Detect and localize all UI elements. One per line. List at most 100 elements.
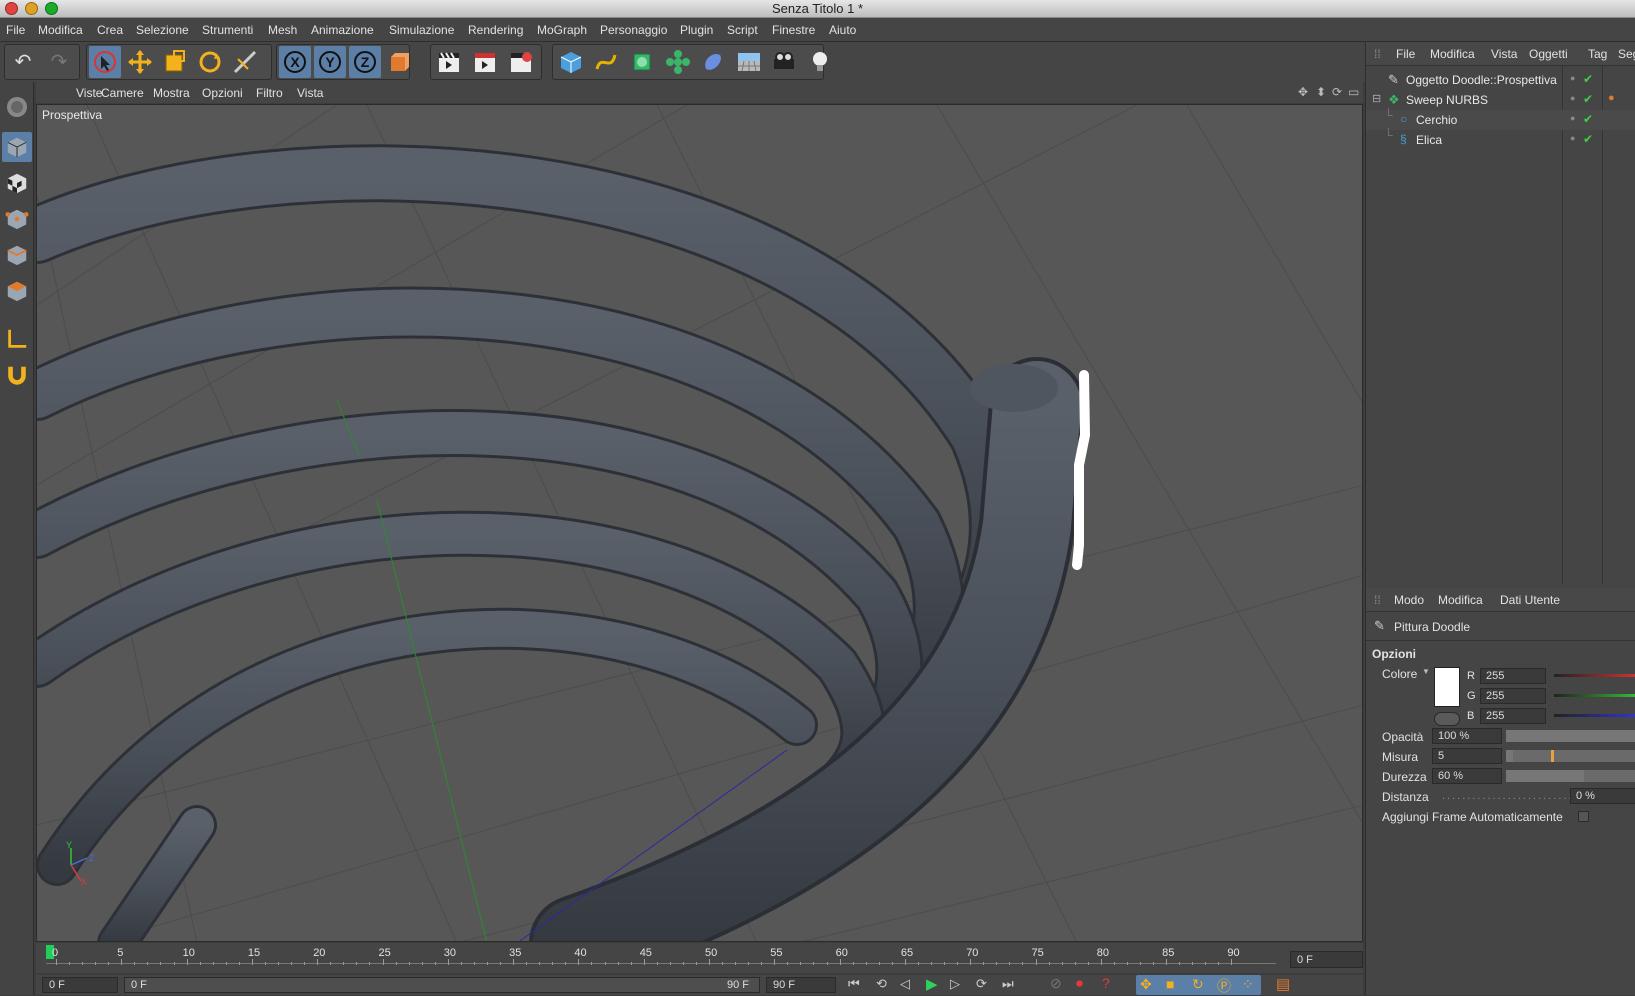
live-selection-button[interactable]: [89, 46, 121, 78]
object-row-doodle[interactable]: ✎ Oggetto Doodle::Prospettiva ● ✔: [1366, 70, 1635, 90]
enabled-check-icon[interactable]: ✔: [1583, 92, 1593, 106]
step-back-icon[interactable]: ◁: [900, 976, 910, 992]
viewport-menu-filtro[interactable]: Filtro: [256, 86, 283, 100]
enabled-check-icon[interactable]: ✔: [1583, 132, 1593, 146]
menu-personaggio[interactable]: Personaggio: [600, 23, 667, 37]
z-axis-lock-button[interactable]: Z: [349, 46, 381, 78]
viewport-menu-vista[interactable]: Vista: [297, 86, 323, 100]
go-to-end-icon[interactable]: ⏭: [1002, 976, 1014, 992]
color-swatch[interactable]: [1434, 667, 1460, 707]
hardness-slider[interactable]: [1506, 770, 1635, 782]
key-pla-icon[interactable]: ⁘: [1242, 976, 1254, 993]
visibility-dots-icon[interactable]: ●: [1570, 73, 1575, 83]
polygons-mode-button[interactable]: [2, 276, 32, 306]
menu-finestre[interactable]: Finestre: [772, 23, 815, 37]
deformer-button[interactable]: [697, 46, 729, 78]
step-forward-icon[interactable]: ▷: [950, 976, 960, 992]
opacity-slider[interactable]: [1506, 730, 1635, 742]
cube-object-button[interactable]: [555, 46, 587, 78]
om-menu-file[interactable]: File: [1396, 47, 1415, 61]
object-row-cerchio[interactable]: └ ○ Cerchio ● ✔: [1366, 108, 1635, 130]
menu-script[interactable]: Script: [727, 23, 758, 37]
menu-plugin[interactable]: Plugin: [680, 23, 713, 37]
g-slider[interactable]: [1554, 694, 1635, 697]
om-menu-modifica[interactable]: Modifica: [1430, 47, 1475, 61]
perspective-viewport[interactable]: Prospettiva Y Z X: [36, 104, 1363, 942]
r-value-field[interactable]: 255: [1480, 668, 1546, 684]
menu-selezione[interactable]: Selezione: [136, 23, 189, 37]
collapse-toggle-icon[interactable]: ⊟: [1372, 92, 1381, 105]
size-field[interactable]: 5: [1432, 748, 1502, 764]
viewport-menu-camere[interactable]: Camere: [101, 86, 144, 100]
spline-button[interactable]: [590, 46, 622, 78]
keyframe-link-icon[interactable]: ⊘: [1050, 975, 1062, 992]
go-to-start-icon[interactable]: ⏮: [848, 976, 860, 992]
viewport-maximize-icon[interactable]: ▭: [1348, 85, 1359, 99]
am-menu-dati-utente[interactable]: Dati Utente: [1500, 593, 1560, 607]
timeline-ruler[interactable]: 0 5 10 15 20 25 30 35 40 45 50 55 60 65 70 75 80 85 90: [36, 943, 1363, 973]
array-button[interactable]: [662, 46, 694, 78]
coordinate-system-button[interactable]: [384, 46, 416, 78]
scale-tool-button[interactable]: [159, 46, 191, 78]
light-button[interactable]: [804, 46, 836, 78]
viewport-menu-mostra[interactable]: Mostra: [153, 86, 190, 100]
om-menu-oggetti[interactable]: Oggetti: [1529, 47, 1568, 61]
texture-mode-button[interactable]: [2, 168, 32, 198]
record-icon[interactable]: ⏺: [1076, 975, 1083, 992]
hardness-field[interactable]: 60 %: [1432, 768, 1502, 784]
distance-field[interactable]: 0 %: [1570, 788, 1635, 804]
snap-button[interactable]: [2, 360, 32, 390]
undo-button[interactable]: ↶: [7, 46, 39, 78]
menu-simulazione[interactable]: Simulazione: [389, 23, 454, 37]
am-menu-modifica[interactable]: Modifica: [1438, 593, 1483, 607]
frame-range-slider[interactable]: 0 F 90 F: [124, 977, 760, 993]
start-frame-field[interactable]: 0 F: [42, 977, 118, 993]
om-menu-vista[interactable]: Vista: [1491, 47, 1517, 61]
key-scale-icon[interactable]: ■: [1166, 976, 1174, 992]
floor-environment-button[interactable]: [733, 46, 765, 78]
visibility-dots-icon[interactable]: ●: [1570, 93, 1575, 103]
r-slider[interactable]: [1554, 674, 1635, 677]
redo-button[interactable]: ↷: [43, 46, 75, 78]
viewport-menu-viste[interactable]: Viste: [76, 86, 102, 100]
menu-aiuto[interactable]: Aiuto: [829, 23, 856, 37]
edges-mode-button[interactable]: [2, 240, 32, 270]
b-slider[interactable]: [1554, 714, 1635, 717]
phong-tag-icon[interactable]: ●: [1608, 92, 1615, 104]
move-tool-button[interactable]: [124, 46, 156, 78]
nurbs-button[interactable]: [626, 46, 658, 78]
model-mode-button[interactable]: [2, 132, 32, 162]
color-picker-toggle[interactable]: [1434, 712, 1460, 726]
viewport-rotate-icon[interactable]: ⟳: [1332, 85, 1342, 99]
render-settings-button[interactable]: [505, 46, 537, 78]
camera-button[interactable]: [768, 46, 800, 78]
make-editable-button[interactable]: [2, 92, 32, 122]
render-view-button[interactable]: [433, 46, 465, 78]
color-dropdown-icon[interactable]: ▼: [1422, 667, 1430, 676]
render-picture-viewer-button[interactable]: [469, 46, 501, 78]
visibility-dots-icon[interactable]: ●: [1570, 133, 1575, 143]
am-menu-modo[interactable]: Modo: [1394, 593, 1424, 607]
om-menu-tag[interactable]: Tag: [1588, 47, 1607, 61]
points-mode-button[interactable]: [2, 204, 32, 234]
autokey-icon[interactable]: ?: [1102, 975, 1110, 991]
object-row-sweep[interactable]: ⊟ ❖ Sweep NURBS ● ✔ ●: [1366, 90, 1635, 110]
menu-modifica[interactable]: Modifica: [38, 23, 83, 37]
end-frame-field[interactable]: 90 F: [766, 977, 836, 993]
axis-mode-button[interactable]: [2, 324, 32, 354]
om-menu-seg[interactable]: Seg: [1618, 47, 1635, 61]
previous-key-icon[interactable]: ⟲: [876, 976, 887, 992]
next-key-icon[interactable]: ⟳: [976, 976, 987, 992]
menu-mesh[interactable]: Mesh: [268, 23, 297, 37]
viewport-move-icon[interactable]: ✥: [1298, 85, 1308, 99]
timeline-window-icon[interactable]: ▤: [1276, 975, 1290, 993]
menu-strumenti[interactable]: Strumenti: [202, 23, 253, 37]
enabled-check-icon[interactable]: ✔: [1583, 72, 1593, 86]
key-position-icon[interactable]: ✥: [1140, 976, 1152, 993]
size-slider-handle[interactable]: [1551, 750, 1554, 762]
viewport-dolly-icon[interactable]: ⬍: [1316, 85, 1326, 99]
visibility-dots-icon[interactable]: ●: [1570, 113, 1575, 123]
key-rotation-icon[interactable]: ↻: [1192, 976, 1204, 993]
recent-tool-button[interactable]: [229, 46, 261, 78]
menu-crea[interactable]: Crea: [97, 23, 123, 37]
